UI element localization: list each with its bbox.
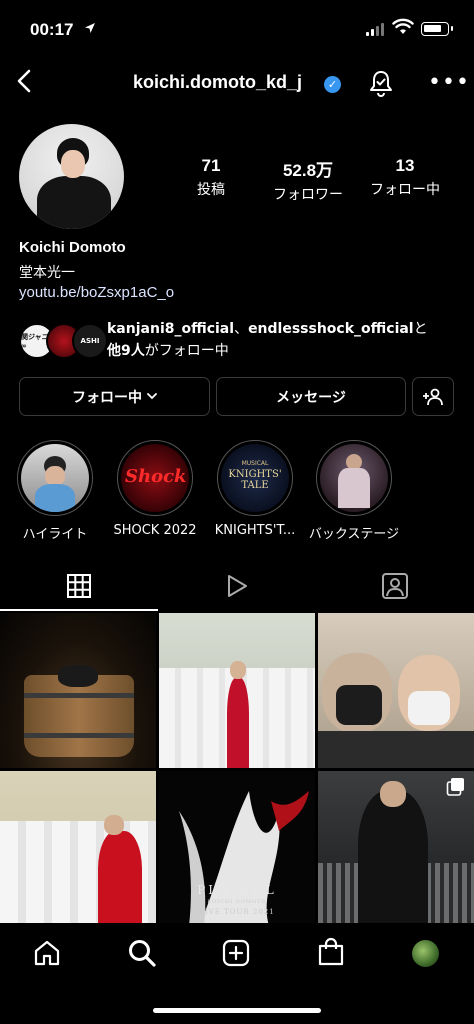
battery-icon <box>421 22 453 36</box>
tagged-person-icon <box>382 573 408 599</box>
follower-avatar-ashi-text: ASHI <box>80 337 100 345</box>
highlight-2[interactable]: Shock <box>117 440 193 516</box>
add-user-icon <box>423 388 443 405</box>
post-5[interactable]: PLAYFUL KOICHI DOMOTO LIVE TOUR 2021 <box>159 771 315 926</box>
chevron-down-icon <box>147 393 157 400</box>
highlight-3-label: KNIGHTS'T... <box>214 523 296 538</box>
highlight-3-cover: MUSICAL KNIGHTS' TALE <box>221 444 289 512</box>
verified-badge-icon: ✓ <box>324 76 341 93</box>
profile-bio: 堂本光一 <box>19 265 75 281</box>
followers-count-label: フォロワー <box>273 187 343 203</box>
notifications-bell-button[interactable] <box>368 69 394 101</box>
home-icon[interactable] <box>33 939 61 967</box>
profile-link[interactable]: youtu.be/boZsxp1aC_o <box>19 284 174 301</box>
followers-count-value: 52.8万 <box>282 161 334 180</box>
followed-by-suffix-1: と <box>413 321 428 337</box>
highlight-1[interactable] <box>17 440 93 516</box>
wifi-icon <box>392 18 414 40</box>
followed-by-account-2: endlessshock_official <box>248 321 414 337</box>
message-button[interactable]: メッセージ <box>216 377 406 416</box>
post-5-tour: LIVE TOUR 2021 <box>199 908 275 916</box>
profile-tab-avatar[interactable] <box>412 940 439 967</box>
search-icon[interactable] <box>127 938 157 968</box>
following-count-value: 13 <box>395 156 415 175</box>
suggest-users-button[interactable] <box>412 377 454 416</box>
play-icon <box>228 575 247 597</box>
post-2[interactable] <box>159 613 315 768</box>
following-count-label: フォロー中 <box>370 182 440 198</box>
profile-name: Koichi Domoto <box>19 239 126 256</box>
follower-avatar-ashi: ASHI <box>72 323 108 359</box>
create-post-icon[interactable] <box>222 939 250 967</box>
back-button[interactable] <box>15 68 35 98</box>
followed-by-account-1: kanjani8_official <box>107 321 235 337</box>
shop-icon[interactable] <box>317 937 345 967</box>
profile-avatar[interactable] <box>19 124 124 229</box>
active-tab-indicator <box>0 609 158 611</box>
followed-by-suffix-2: がフォロー中 <box>144 343 229 359</box>
followed-by-text[interactable]: kanjani8_official、endlessshock_officialと… <box>107 318 467 362</box>
profile-username: koichi.domoto_kd_j <box>133 72 303 92</box>
home-indicator <box>153 1008 321 1013</box>
following-button[interactable]: フォロー中 <box>19 377 210 416</box>
highlight-2-cover: Shock <box>121 444 189 512</box>
highlight-4-label: バックステージ <box>308 527 400 542</box>
following-count[interactable]: 13 フォロー中 <box>362 156 448 199</box>
followed-by-sep: 、 <box>234 321 249 337</box>
highlight-3-sub: MUSICAL <box>241 460 269 467</box>
more-options-button[interactable]: ••• <box>428 70 470 95</box>
grid-tab[interactable] <box>66 573 92 603</box>
reels-tab[interactable] <box>224 573 250 603</box>
followed-by-others: 他9人 <box>107 343 145 359</box>
carousel-icon <box>446 778 464 796</box>
tagged-tab[interactable] <box>381 572 409 604</box>
highlight-1-label: ハイライト <box>22 527 88 542</box>
post-5-title: PLAYFUL <box>197 883 277 897</box>
message-button-label: メッセージ <box>276 389 346 406</box>
highlight-3-title: KNIGHTS' TALE <box>228 469 282 491</box>
posts-count-label: 投稿 <box>197 182 225 198</box>
post-5-artist: KOICHI DOMOTO <box>207 899 267 905</box>
posts-count-value: 71 <box>201 156 221 175</box>
post-6[interactable] <box>318 771 474 926</box>
followers-count[interactable]: 52.8万 フォロワー <box>264 156 352 204</box>
highlight-2-title: Shock <box>125 466 187 487</box>
post-4[interactable] <box>0 771 156 926</box>
highlight-2-label: SHOCK 2022 <box>113 523 197 538</box>
posts-count[interactable]: 71 投稿 <box>190 156 232 199</box>
post-1[interactable] <box>0 613 156 768</box>
following-button-label: フォロー中 <box>72 389 142 406</box>
cellular-signal-icon <box>366 22 384 36</box>
post-3[interactable] <box>318 613 474 768</box>
highlight-1-cover <box>21 444 89 512</box>
status-time: 00:17 <box>30 20 74 39</box>
grid-icon <box>67 574 91 598</box>
highlight-4-cover <box>320 444 388 512</box>
location-arrow-icon <box>84 22 96 38</box>
highlight-4[interactable] <box>316 440 392 516</box>
highlight-3[interactable]: MUSICAL KNIGHTS' TALE <box>217 440 293 516</box>
